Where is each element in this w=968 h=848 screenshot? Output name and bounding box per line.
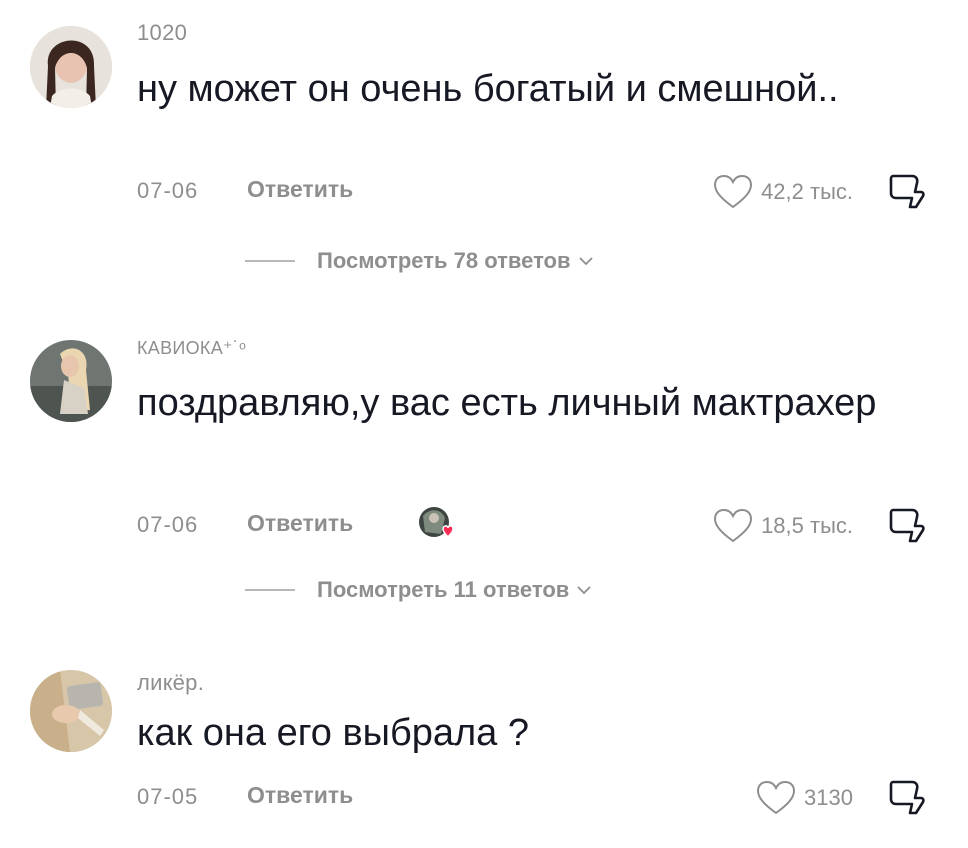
view-replies-label: Посмотреть 78 ответов <box>317 248 571 273</box>
reply-button[interactable]: Ответить <box>247 782 353 809</box>
view-replies-button[interactable]: Посмотреть 11 ответов <box>245 572 591 608</box>
avatar-photo <box>30 670 112 752</box>
replies-divider <box>245 589 295 591</box>
thumbs-down-icon[interactable] <box>888 776 926 816</box>
comment-text: как она его выбрала ? <box>137 712 529 754</box>
red-heart-icon <box>442 525 454 538</box>
thumbs-down-icon[interactable] <box>888 170 926 210</box>
avatar-photo <box>30 26 112 108</box>
avatar-photo <box>30 340 112 422</box>
thumbs-down-icon[interactable] <box>888 504 926 544</box>
creator-liked-badge <box>415 504 459 544</box>
heart-outline-icon <box>714 174 753 209</box>
avatar[interactable] <box>30 26 112 108</box>
replies-divider <box>245 260 295 262</box>
comment-meta: 07-05 Ответить 3130 <box>137 778 948 818</box>
comment-username[interactable]: 1020 <box>137 20 187 46</box>
comment-date: 07-05 <box>137 784 199 809</box>
like-button[interactable]: 3130 <box>756 778 853 818</box>
comment-meta: 07-06 Ответить 18,5 тыс. <box>137 506 948 546</box>
reply-button[interactable]: Ответить <box>247 176 353 203</box>
heart-outline-icon <box>757 780 796 815</box>
reply-button[interactable]: Ответить <box>247 510 353 537</box>
comment-date: 07-06 <box>137 178 199 203</box>
heart-outline-icon <box>714 508 753 543</box>
view-replies-button[interactable]: Посмотреть 78 ответов <box>245 243 593 279</box>
chevron-down-icon <box>577 586 591 595</box>
chevron-down-icon <box>578 257 593 266</box>
comment-meta: 07-06 Ответить 42,2 тыс. <box>137 172 948 212</box>
like-count: 3130 <box>804 785 853 810</box>
avatar[interactable] <box>30 670 112 752</box>
comment-text: поздравляю,у вас есть личный мактрахер <box>137 382 877 424</box>
like-count: 42,2 тыс. <box>761 179 853 204</box>
comment-username[interactable]: ликёр. <box>137 670 204 696</box>
comment-date: 07-06 <box>137 512 199 537</box>
like-button[interactable]: 42,2 тыс. <box>713 172 853 212</box>
like-button[interactable]: 18,5 тыс. <box>713 506 853 546</box>
creator-avatar <box>419 507 454 538</box>
comment-username[interactable]: КАВИОКА⁺˙ᵒ <box>137 338 246 359</box>
avatar[interactable] <box>30 340 112 422</box>
view-replies-label: Посмотреть 11 ответов <box>317 577 570 602</box>
comment-text: ну может он очень богатый и смешной.. <box>137 68 839 110</box>
like-count: 18,5 тыс. <box>761 513 853 538</box>
